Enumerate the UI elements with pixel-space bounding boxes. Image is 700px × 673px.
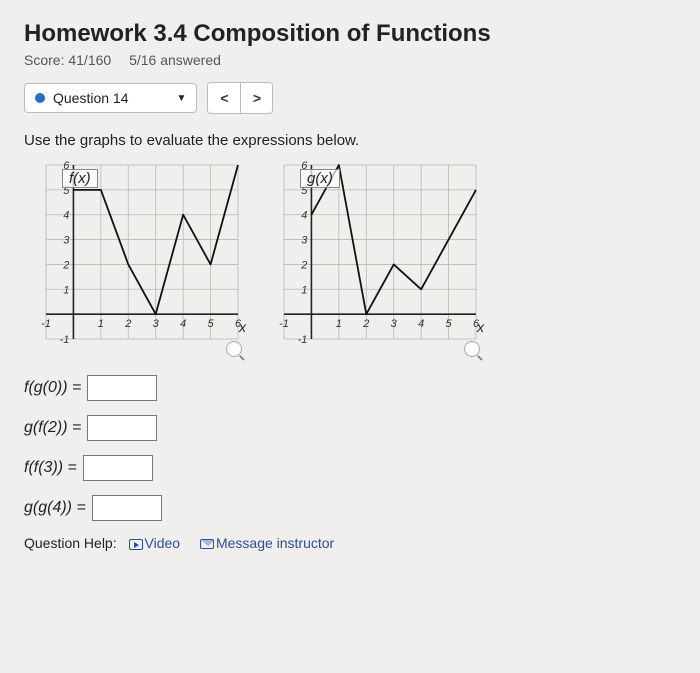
svg-text:2: 2 (362, 318, 369, 330)
zoom-icon[interactable] (464, 341, 480, 357)
answer-row: g(f(2)) = (24, 415, 676, 441)
graph-g-label: g(x) (300, 169, 340, 188)
help-label: Question Help: (24, 535, 117, 551)
svg-text:3: 3 (153, 318, 160, 330)
answer-lhs: g(g(4)) = (24, 499, 86, 517)
graphs-container: -1123456-1123456 f(x) x -1123456-1123456… (24, 159, 676, 359)
svg-text:2: 2 (300, 259, 307, 271)
zoom-icon[interactable] (226, 341, 242, 357)
svg-text:-1: -1 (298, 334, 308, 346)
svg-text:1: 1 (63, 284, 69, 296)
answer-lhs: g(f(2)) = (24, 419, 81, 437)
svg-text:1: 1 (336, 318, 342, 330)
plot-f-svg: -1123456-1123456 (24, 159, 244, 359)
question-selector[interactable]: Question 14 ▼ (24, 83, 197, 113)
answer-input-3[interactable] (83, 455, 153, 481)
graph-g: -1123456-1123456 g(x) x (262, 159, 482, 359)
prev-question-button[interactable]: < (208, 83, 240, 113)
svg-text:3: 3 (63, 235, 70, 247)
score-text: Score: 41/160 (24, 52, 111, 68)
question-help: Question Help: Video Message instructor (24, 535, 676, 551)
next-question-button[interactable]: > (240, 83, 272, 113)
graph-f-label: f(x) (62, 169, 98, 188)
answer-row: f(f(3)) = (24, 455, 676, 481)
question-label: Question 14 (53, 90, 129, 106)
message-instructor-link[interactable]: Message instructor (192, 535, 334, 551)
plot-g-svg: -1123456-1123456 (262, 159, 482, 359)
video-icon (129, 539, 143, 550)
answers-list: f(g(0)) = g(f(2)) = f(f(3)) = g(g(4)) = (24, 375, 676, 521)
answer-lhs: f(g(0)) = (24, 379, 81, 397)
svg-text:4: 4 (301, 210, 307, 222)
svg-text:3: 3 (301, 235, 308, 247)
svg-text:2: 2 (62, 259, 69, 271)
score-line: Score: 41/160 5/16 answered (24, 52, 676, 68)
graph-f-axis-label: x (239, 319, 246, 335)
svg-text:2: 2 (124, 318, 131, 330)
video-link[interactable]: Video (129, 535, 181, 551)
svg-text:3: 3 (391, 318, 398, 330)
svg-text:5: 5 (446, 318, 453, 330)
svg-text:1: 1 (98, 318, 104, 330)
instruction-text: Use the graphs to evaluate the expressio… (24, 132, 676, 149)
svg-text:5: 5 (208, 318, 215, 330)
svg-text:-1: -1 (60, 334, 70, 346)
answer-input-4[interactable] (92, 495, 162, 521)
svg-text:4: 4 (180, 318, 186, 330)
question-nav: < > (207, 82, 273, 114)
svg-text:1: 1 (301, 284, 307, 296)
answer-lhs: f(f(3)) = (24, 459, 77, 477)
graph-f: -1123456-1123456 f(x) x (24, 159, 244, 359)
answer-input-1[interactable] (87, 375, 157, 401)
status-dot-icon (35, 93, 45, 103)
answered-text: 5/16 answered (129, 52, 221, 68)
svg-text:-1: -1 (279, 318, 289, 330)
question-bar: Question 14 ▼ < > (24, 82, 676, 114)
chevron-down-icon: ▼ (177, 93, 187, 104)
page-title: Homework 3.4 Composition of Functions (24, 20, 676, 48)
mail-icon (200, 539, 214, 549)
answer-input-2[interactable] (87, 415, 157, 441)
svg-text:-1: -1 (41, 318, 51, 330)
graph-g-axis-label: x (477, 319, 484, 335)
svg-text:4: 4 (63, 210, 69, 222)
svg-text:4: 4 (418, 318, 424, 330)
answer-row: g(g(4)) = (24, 495, 676, 521)
answer-row: f(g(0)) = (24, 375, 676, 401)
